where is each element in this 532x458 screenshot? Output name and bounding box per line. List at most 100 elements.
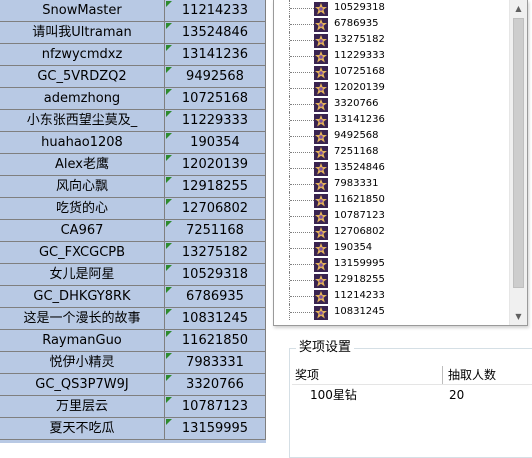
- prize-list-header: 奖项 抽取人数: [292, 366, 532, 385]
- tree-item[interactable]: 13159995: [274, 256, 510, 272]
- table-row[interactable]: 风向心飘 12918255: [0, 176, 266, 198]
- name-cell[interactable]: nfzwycmdxz: [0, 44, 165, 66]
- name-cell[interactable]: CA967: [0, 220, 165, 242]
- table-row[interactable]: Alex老鹰 12020139: [0, 154, 266, 176]
- name-cell[interactable]: 请叫我Ultraman: [0, 22, 165, 44]
- name-cell[interactable]: Alex老鹰: [0, 154, 165, 176]
- id-cell[interactable]: 9492568: [165, 66, 266, 88]
- scroll-thumb[interactable]: [513, 18, 524, 288]
- id-cell[interactable]: 7983331: [165, 352, 266, 374]
- scroll-up-arrow-icon[interactable]: ▲: [510, 0, 527, 17]
- name-cell[interactable]: RaymanGuo: [0, 330, 165, 352]
- id-cell[interactable]: 11214233: [165, 0, 266, 22]
- tree-item-label: 10787123: [334, 210, 385, 221]
- name-cell[interactable]: GC_5VRDZQ2: [0, 66, 165, 88]
- tree-item[interactable]: 11214233: [274, 288, 510, 304]
- tree-item[interactable]: 6786935: [274, 16, 510, 32]
- tree-item[interactable]: 13141236: [274, 112, 510, 128]
- id-cell[interactable]: 12020139: [165, 154, 266, 176]
- id-cell[interactable]: 13524846: [165, 22, 266, 44]
- id-cell[interactable]: 13275182: [165, 242, 266, 264]
- name-cell[interactable]: 夏天不吃瓜: [0, 418, 165, 440]
- name-cell[interactable]: GC_QS3P7W9J: [0, 374, 165, 396]
- tree-item[interactable]: 190354: [274, 240, 510, 256]
- tree-connector-horizontal: [290, 40, 314, 41]
- table-row[interactable]: nfzwycmdxz 13141236: [0, 44, 266, 66]
- table-row[interactable]: 吃货的心 12706802: [0, 198, 266, 220]
- id-cell[interactable]: 11229333: [165, 110, 266, 132]
- table-row[interactable]: GC_5VRDZQ2 9492568: [0, 66, 266, 88]
- name-cell[interactable]: GC_DHKGY8RK: [0, 286, 165, 308]
- scroll-down-arrow-icon[interactable]: ▼: [510, 308, 527, 325]
- star-avatar-icon: [314, 193, 328, 208]
- tree-item-label: 12020139: [334, 82, 385, 93]
- id-cell[interactable]: 7251168: [165, 220, 266, 242]
- tree-connector-horizontal: [290, 8, 314, 9]
- tree-item[interactable]: 10725168: [274, 64, 510, 80]
- name-cell[interactable]: 万里层云: [0, 396, 165, 418]
- id-cell[interactable]: 10787123: [165, 396, 266, 418]
- tree-item-label: 12706802: [334, 226, 385, 237]
- name-cell[interactable]: 悦伊小精灵: [0, 352, 165, 374]
- tree-item[interactable]: 11229333: [274, 48, 510, 64]
- tree-item[interactable]: 10787123: [274, 208, 510, 224]
- column-divider[interactable]: [442, 366, 443, 384]
- name-cell[interactable]: GC_FXCGCPB: [0, 242, 165, 264]
- name-cell[interactable]: 风向心飘: [0, 176, 165, 198]
- table-row[interactable]: 悦伊小精灵 7983331: [0, 352, 266, 374]
- id-cell[interactable]: 12918255: [165, 176, 266, 198]
- tree-item-label: 11214233: [334, 290, 385, 301]
- id-cell[interactable]: 6786935: [165, 286, 266, 308]
- table-row[interactable]: 万里层云 10787123: [0, 396, 266, 418]
- name-cell[interactable]: 吃货的心: [0, 198, 165, 220]
- tree-item[interactable]: 12918255: [274, 272, 510, 288]
- vertical-scrollbar[interactable]: ▲ ▼: [509, 0, 527, 325]
- name-cell[interactable]: SnowMaster: [0, 0, 165, 22]
- tree-item[interactable]: 11621850: [274, 192, 510, 208]
- tree-item[interactable]: 9492568: [274, 128, 510, 144]
- tree-item[interactable]: 13275182: [274, 32, 510, 48]
- id-cell[interactable]: 10831245: [165, 308, 266, 330]
- star-avatar-icon: [314, 145, 328, 160]
- prize-row[interactable]: 100星钻 20: [292, 386, 532, 404]
- tree-connector-horizontal: [290, 56, 314, 57]
- id-cell[interactable]: 13159995: [165, 418, 266, 440]
- tree-item[interactable]: 10529318: [274, 0, 510, 16]
- name-cell[interactable]: ademzhong: [0, 88, 165, 110]
- name-cell[interactable]: 小东张西望尘莫及_: [0, 110, 165, 132]
- table-row[interactable]: 小东张西望尘莫及_ 11229333: [0, 110, 266, 132]
- table-row[interactable]: CA967 7251168: [0, 220, 266, 242]
- tree-item[interactable]: 7983331: [274, 176, 510, 192]
- tree-item[interactable]: 12706802: [274, 224, 510, 240]
- name-cell[interactable]: 女儿是阿星: [0, 264, 165, 286]
- tree-item[interactable]: 12020139: [274, 80, 510, 96]
- table-row[interactable]: 请叫我Ultraman 13524846: [0, 22, 266, 44]
- table-row[interactable]: GC_QS3P7W9J 3320766: [0, 374, 266, 396]
- tree-item[interactable]: 13524846: [274, 160, 510, 176]
- name-cell[interactable]: 这是一个漫长的故事: [0, 308, 165, 330]
- id-cell[interactable]: 10725168: [165, 88, 266, 110]
- id-cell[interactable]: 11621850: [165, 330, 266, 352]
- prize-settings-title: 奖项设置: [296, 340, 355, 356]
- name-cell[interactable]: huahao1208: [0, 132, 165, 154]
- id-cell[interactable]: 10529318: [165, 264, 266, 286]
- tree-item[interactable]: 10831245: [274, 304, 510, 320]
- id-cell[interactable]: 13141236: [165, 44, 266, 66]
- table-row[interactable]: ademzhong 10725168: [0, 88, 266, 110]
- table-row[interactable]: huahao1208 190354: [0, 132, 266, 154]
- id-cell[interactable]: 190354: [165, 132, 266, 154]
- column-header-count[interactable]: 抽取人数: [448, 366, 496, 384]
- table-row[interactable]: 这是一个漫长的故事 10831245: [0, 308, 266, 330]
- table-row[interactable]: 女儿是阿星 10529318: [0, 264, 266, 286]
- table-row[interactable]: GC_DHKGY8RK 6786935: [0, 286, 266, 308]
- table-row[interactable]: GC_FXCGCPB 13275182: [0, 242, 266, 264]
- tree-item[interactable]: 7251168: [274, 144, 510, 160]
- table-row[interactable]: RaymanGuo 11621850: [0, 330, 266, 352]
- id-cell[interactable]: 12706802: [165, 198, 266, 220]
- table-row[interactable]: SnowMaster 11214233: [0, 0, 266, 22]
- id-cell[interactable]: 3320766: [165, 374, 266, 396]
- column-header-prize[interactable]: 奖项: [295, 366, 319, 384]
- tree-item[interactable]: 3320766: [274, 96, 510, 112]
- table-row[interactable]: 夏天不吃瓜 13159995: [0, 418, 266, 440]
- star-avatar-icon: [314, 161, 328, 176]
